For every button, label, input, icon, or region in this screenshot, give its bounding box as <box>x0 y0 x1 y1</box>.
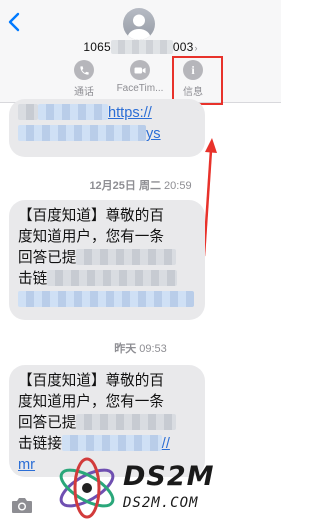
watermark-title: DS2M <box>123 461 215 492</box>
watermark-domain: DS2M.COM <box>123 495 199 511</box>
number-prefix: 1065 <box>83 40 111 54</box>
message-bubble[interactable]: https:// ys <box>9 99 205 157</box>
message-line: 击链 <box>18 269 196 290</box>
message-line: 度知道用户，您有一条 <box>18 394 164 410</box>
contact-number[interactable]: 1065 003› <box>0 40 281 54</box>
redacted-text <box>18 104 38 120</box>
message-link[interactable]: https:// <box>108 105 152 121</box>
message-line: 回答已提 <box>18 248 196 269</box>
call-button[interactable]: 通话 <box>64 60 104 98</box>
timestamp-date: 12月25日 周二 <box>89 180 161 192</box>
avatar[interactable] <box>123 8 155 40</box>
timestamp-time: 20:59 <box>164 180 192 192</box>
message-bubble[interactable]: 【百度知道】尊敬的百 度知道用户，您有一条 回答已提 击链 <box>9 200 205 320</box>
call-label: 通话 <box>74 87 94 98</box>
redacted-link <box>18 291 194 307</box>
message-link[interactable]: // <box>162 436 170 452</box>
redacted-link <box>18 125 146 141</box>
message-link[interactable]: mr <box>18 457 35 473</box>
watermark: DS2M DS2M.COM <box>55 455 277 521</box>
facetime-label: FaceTim... <box>116 83 164 94</box>
message-line <box>18 290 196 311</box>
redacted-link <box>61 435 162 451</box>
redacted-text <box>76 249 177 265</box>
timestamp-time: 09:53 <box>139 343 167 355</box>
back-chevron-icon[interactable] <box>7 12 21 32</box>
highlight-box <box>172 56 223 105</box>
conversation-header: 1065 003› 通话 FaceTim... i 信息 <box>0 0 281 103</box>
redacted-link <box>38 104 108 120</box>
video-camera-icon <box>130 60 150 80</box>
message-link[interactable]: ys <box>146 126 161 142</box>
camera-icon[interactable] <box>11 496 33 514</box>
message-timestamp: 12月25日 周二 20:59 <box>0 177 281 193</box>
chevron-right-icon: › <box>194 43 198 53</box>
redacted-number <box>110 40 173 54</box>
message-line: 回答已提 <box>18 413 196 434</box>
message-line: 度知道用户，您有一条 <box>18 229 164 245</box>
person-silhouette-icon <box>127 14 151 40</box>
redacted-text <box>47 270 178 286</box>
message-timestamp: 昨天 09:53 <box>0 340 281 356</box>
watermark-logo-icon <box>59 457 115 519</box>
message-line: https:// <box>18 103 196 124</box>
contact-actions: 通话 FaceTim... i 信息 <box>0 60 281 100</box>
timestamp-date: 昨天 <box>114 343 137 355</box>
redacted-text <box>76 414 177 430</box>
facetime-button[interactable]: FaceTim... <box>108 60 172 94</box>
phone-icon <box>74 60 94 80</box>
number-suffix: 003 <box>172 40 194 54</box>
message-line: 【百度知道】尊敬的百 <box>18 373 164 389</box>
message-line: ys <box>18 124 196 145</box>
message-line: 击链接// <box>18 435 170 452</box>
message-line: 【百度知道】尊敬的百 <box>18 208 164 224</box>
